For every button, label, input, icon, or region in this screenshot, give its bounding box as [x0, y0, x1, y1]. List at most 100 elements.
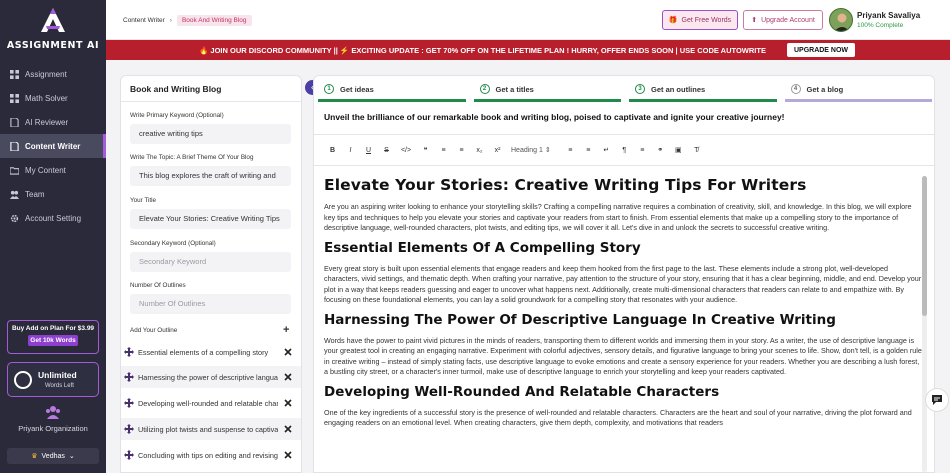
primary-keyword-input[interactable]: creative writing tips	[130, 124, 291, 144]
drag-handle-icon[interactable]	[124, 424, 134, 434]
step-number: 4	[790, 84, 801, 94]
topbar: Content Writer › Book And Writing Blog 🎁…	[106, 0, 950, 40]
grid-icon	[10, 93, 19, 103]
topic-input[interactable]: This blog explores the craft of writing …	[130, 166, 291, 186]
crown-icon: ♛	[31, 453, 38, 460]
divider	[314, 165, 934, 166]
clear-format-icon[interactable]: T̸	[692, 146, 701, 155]
bold-icon[interactable]: B	[328, 146, 337, 155]
sidebar-item-math-solver[interactable]: Math Solver	[0, 86, 106, 110]
addon-promo-title: Buy Add on Plan For $3.99	[11, 325, 95, 332]
paragraph-icon[interactable]: ¶	[620, 146, 629, 155]
folder-icon	[10, 166, 19, 175]
image-icon[interactable]: ▣	[674, 146, 683, 155]
drag-handle-icon[interactable]	[124, 398, 134, 408]
article-content[interactable]: Elevate Your Stories: Creative Writing T…	[324, 176, 924, 431]
article-heading: Harnessing The Power Of Descriptive Lang…	[324, 311, 836, 328]
sidebar-item-my-content[interactable]: My Content	[0, 158, 106, 182]
blog-form-panel: Book and Writing Blog Write Primary Keyw…	[120, 75, 302, 473]
article-paragraph: Are you an aspiring writer looking to en…	[324, 202, 912, 232]
get-free-words-button[interactable]: 🎁 Get Free Words	[662, 10, 738, 30]
credits-subtitle: Words Left	[45, 383, 74, 389]
user-name: Priyank Savaliya	[857, 11, 921, 20]
secondary-keyword-label: Secondary Keyword (Optional)	[130, 240, 216, 247]
strikethrough-icon[interactable]: S	[382, 146, 391, 155]
step-number: 2	[479, 84, 490, 94]
breadcrumb: Content Writer › Book And Writing Blog	[123, 15, 252, 26]
sidebar-nav: Assignment Math Solver AI Reviewer Conte…	[0, 62, 106, 230]
breadcrumb-item[interactable]: Content Writer	[123, 17, 165, 24]
workspace-select[interactable]: ♛ Vedhas ⌄	[7, 448, 99, 464]
outline-item[interactable]: Harnessing the power of descriptive lang…	[121, 366, 301, 388]
organization-name: Priyank Organization	[18, 424, 88, 433]
logo[interactable]: ASSIGNMENT AI	[0, 6, 106, 51]
article-heading: Essential Elements Of A Compelling Story	[324, 239, 641, 256]
subscript-icon[interactable]: x₂	[475, 146, 484, 155]
upgrade-account-button[interactable]: ⬆ Upgrade Account	[743, 10, 823, 30]
step-bar	[784, 99, 932, 102]
topic-label: Write The Topic: A Brief Theme Of Your B…	[130, 154, 254, 161]
bullet-list-icon[interactable]: ≡	[457, 146, 466, 155]
link-icon[interactable]: ⚭	[656, 146, 665, 155]
close-icon[interactable]	[284, 348, 292, 356]
italic-icon[interactable]: I	[346, 146, 355, 155]
step-label: Get a blog	[806, 84, 844, 94]
sidebar-item-content-writer[interactable]: Content Writer	[0, 134, 106, 158]
close-icon[interactable]	[284, 373, 292, 381]
add-outline-button[interactable]: +	[283, 325, 293, 336]
quote-icon[interactable]: ❝	[421, 146, 430, 155]
divider	[314, 134, 934, 135]
drag-handle-icon[interactable]	[124, 372, 134, 382]
close-icon[interactable]	[284, 425, 292, 433]
code-icon[interactable]: </>	[400, 146, 412, 155]
title-input[interactable]: Elevate Your Stories: Creative Writing T…	[130, 209, 291, 229]
article-paragraph: Every great story is built upon essentia…	[324, 263, 922, 305]
gear-icon	[10, 214, 19, 222]
step-label: Get an outlines	[651, 84, 706, 94]
underline-icon[interactable]: U	[364, 146, 373, 155]
close-icon[interactable]	[284, 399, 292, 407]
sidebar-item-team[interactable]: Team	[0, 182, 106, 206]
step-get-ideas[interactable]: 1 Get ideas	[314, 76, 470, 102]
avatar[interactable]	[829, 8, 853, 32]
drag-handle-icon[interactable]	[124, 347, 134, 357]
outline-count-label: Number Of Outlines	[130, 282, 186, 289]
align-center-icon[interactable]: ≡	[638, 146, 647, 155]
align-left-icon[interactable]: ≡	[566, 146, 575, 155]
text-direction-icon[interactable]: ↵	[602, 146, 611, 155]
article-paragraph: Words have the power to paint vivid pict…	[324, 335, 922, 377]
outline-count-input[interactable]: Number Of Outlines	[130, 294, 291, 314]
outline-item[interactable]: Concluding with tips on editing and revi…	[121, 444, 301, 466]
chat-support-button[interactable]	[925, 388, 949, 412]
outline-item[interactable]: Developing well-rounded and relatable ch…	[121, 392, 301, 414]
editor-intro: Unveil the brilliance of our remarkable …	[324, 112, 785, 122]
promo-banner: 🔥 JOIN OUR DISCORD COMMUNITY || ⚡ EXCITI…	[106, 40, 950, 60]
secondary-keyword-input[interactable]: Secondary Keyword	[130, 252, 291, 272]
outline-item[interactable]: Essential elements of a compelling story	[121, 341, 301, 363]
article-title: Elevate Your Stories: Creative Writing T…	[324, 176, 807, 194]
heading-select[interactable]: Heading 1 ⇕	[511, 146, 557, 154]
sidebar-item-account-setting[interactable]: Account Setting	[0, 206, 106, 230]
step-get-outlines[interactable]: 3 Get an outlines	[625, 76, 781, 102]
drag-handle-icon[interactable]	[124, 450, 134, 460]
step-bar	[629, 99, 777, 102]
ordered-list-icon[interactable]: ≡	[439, 146, 448, 155]
sidebar-item-label: Content Writer	[25, 141, 81, 151]
promo-banner-text[interactable]: 🔥 JOIN OUR DISCORD COMMUNITY || ⚡ EXCITI…	[199, 46, 766, 55]
sidebar-item-assignment[interactable]: Assignment	[0, 62, 106, 86]
superscript-icon[interactable]: x²	[493, 146, 502, 155]
upgrade-now-button[interactable]: UPGRADE NOW	[787, 43, 855, 57]
scrollbar-thumb[interactable]	[922, 176, 927, 316]
sidebar-item-ai-reviewer[interactable]: AI Reviewer	[0, 110, 106, 134]
close-icon[interactable]	[284, 451, 292, 459]
breadcrumb-current: Book And Writing Blog	[176, 15, 252, 26]
upgrade-icon: ⬆	[751, 17, 758, 24]
step-get-titles[interactable]: 2 Get a titles	[470, 76, 626, 102]
gift-icon: 🎁	[668, 17, 678, 24]
outline-item[interactable]: Utilizing plot twists and suspense to ca…	[121, 418, 301, 440]
step-get-blog[interactable]: 4 Get a blog	[781, 76, 935, 102]
indent-icon[interactable]: ≡	[584, 146, 593, 155]
sidebar-item-label: Account Setting	[25, 213, 82, 223]
get-words-button[interactable]: Get 10k Words	[28, 335, 78, 346]
outline-section-label: Add Your Outline	[130, 327, 178, 334]
